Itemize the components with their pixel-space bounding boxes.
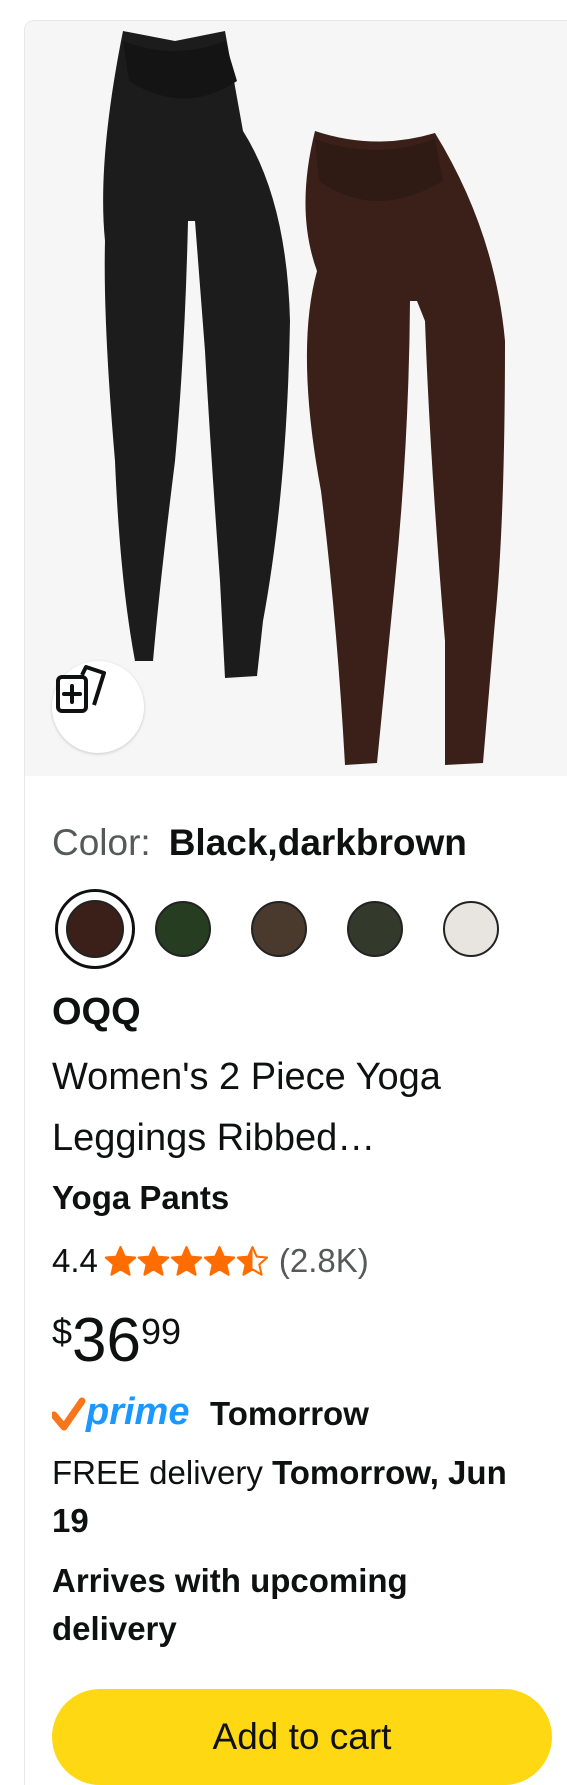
product-title[interactable]: Women's 2 Piece Yoga Leggings Ribbed… <box>52 1047 552 1169</box>
delivery-info: FREE delivery Tomorrow, Jun 19 <box>52 1449 552 1545</box>
star-icon <box>170 1245 203 1276</box>
star-icon <box>236 1245 269 1276</box>
price-symbol: $ <box>52 1311 73 1352</box>
rating-count: (2.8K) <box>278 1242 369 1279</box>
product-card[interactable]: Color: Black,darkbrown OQQ Women's 2 Piec… <box>24 20 567 1785</box>
star-rating <box>104 1245 269 1278</box>
swatch-cream[interactable] <box>443 901 499 957</box>
swatch-dark-green[interactable] <box>155 901 211 957</box>
price-whole: 36 <box>72 1306 141 1375</box>
rating-value: 4.4 <box>52 1242 98 1279</box>
prime-when: Tomorrow <box>210 1395 369 1432</box>
color-selection: Color: Black,darkbrown <box>52 821 467 865</box>
swatch-olive[interactable] <box>347 901 403 957</box>
arrives-note: Arrives with upcoming delivery <box>52 1562 408 1647</box>
swatch-black-darkbrown[interactable] <box>55 889 135 969</box>
brand-name[interactable]: OQQ <box>52 989 141 1035</box>
price: $3699 <box>52 1301 181 1381</box>
star-icon <box>137 1245 170 1276</box>
star-icon <box>104 1245 137 1276</box>
rating[interactable]: 4.4 (2.8K) <box>52 1239 369 1283</box>
prime-logo: prime <box>52 1391 189 1433</box>
color-value: Black,darkbrown <box>168 822 467 863</box>
prime-check-icon <box>52 1397 86 1431</box>
color-swatches <box>25 889 567 969</box>
add-to-collection-icon <box>56 665 106 713</box>
add-to-cart-button[interactable]: Add to cart <box>52 1689 552 1785</box>
similar-items-button[interactable] <box>52 661 144 753</box>
prime-badge: prime Tomorrow <box>52 1389 369 1439</box>
delivery-prefix: FREE delivery <box>52 1454 263 1491</box>
swatch-brown[interactable] <box>251 901 307 957</box>
product-subtitle: Yoga Pants <box>52 1179 230 1216</box>
price-fraction: 99 <box>141 1311 182 1352</box>
prime-word: prime <box>85 1391 189 1433</box>
star-icon <box>203 1245 236 1276</box>
product-image[interactable] <box>25 21 567 776</box>
color-label: Color: <box>52 822 151 863</box>
